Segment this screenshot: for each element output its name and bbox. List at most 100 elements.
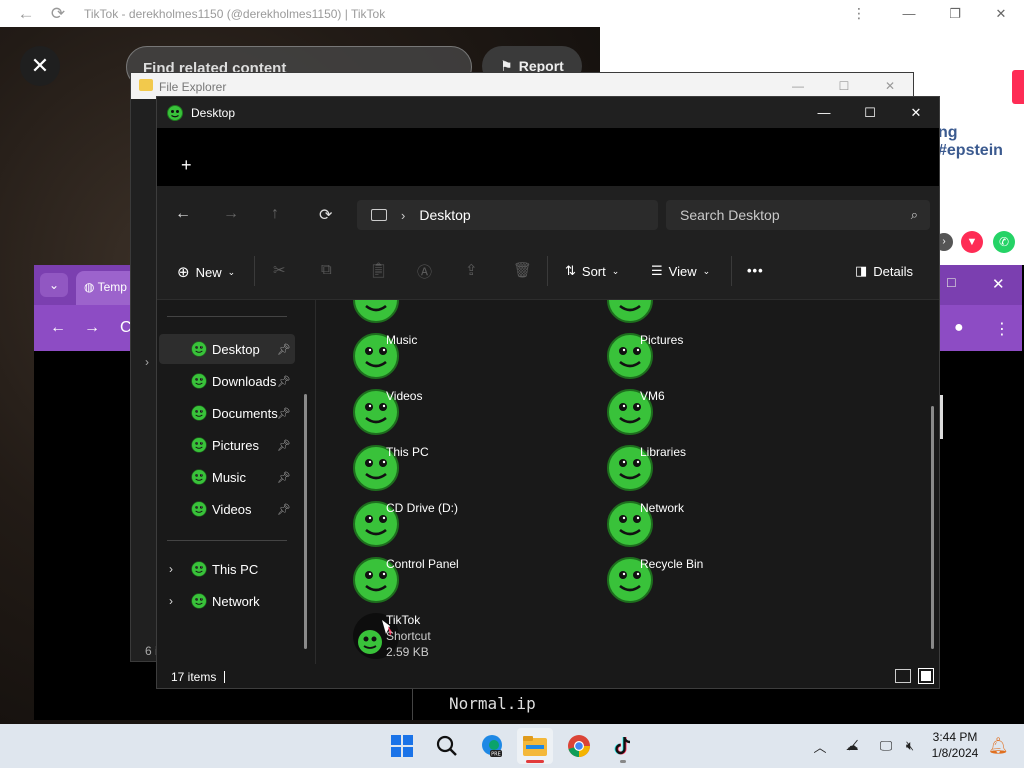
green-face-icon: [607, 300, 653, 323]
whatsapp-icon[interactable]: ✆: [993, 231, 1015, 253]
chevron-right-icon[interactable]: ›: [169, 594, 173, 608]
item-videos[interactable]: Videos: [334, 386, 564, 438]
share-icon[interactable]: ⇪: [465, 261, 478, 279]
close-video-button[interactable]: ✕: [20, 46, 60, 86]
green-face-icon: [191, 561, 207, 577]
nav-item-desktop[interactable]: Desktop 📌︎: [159, 334, 295, 364]
back-icon[interactable]: ←: [175, 205, 191, 223]
taskbar: PRE ︿ ☁̸ 🖵︎ 🔇︎ 3:44 PM 1/8/2024 🔔︎: [0, 724, 1024, 768]
search-icon[interactable]: ⌕: [911, 207, 918, 223]
share-icon[interactable]: ▼: [961, 231, 983, 253]
start-button[interactable]: [384, 728, 420, 764]
back-icon[interactable]: ←: [50, 319, 66, 337]
item-tiktok[interactable]: TikTok Shortcut 2.59 KB: [334, 610, 564, 662]
item-control-panel[interactable]: Control Panel: [334, 554, 564, 606]
notification-bell-icon[interactable]: 🔔︎: [988, 736, 1008, 756]
window-controls: — ❐ ✕: [886, 0, 1024, 27]
nav-item-music[interactable]: Music 📌︎: [159, 462, 295, 492]
more-options-icon[interactable]: ⋮: [852, 0, 866, 27]
item-libraries[interactable]: Libraries: [588, 442, 818, 494]
onedrive-offline-icon[interactable]: ☁̸: [832, 738, 872, 754]
pin-icon[interactable]: 📌︎: [277, 471, 291, 484]
search-input[interactable]: Search Desktop ⌕: [666, 200, 930, 230]
cut-icon[interactable]: ✂: [273, 261, 286, 279]
item-network[interactable]: Network: [588, 498, 818, 550]
details-button[interactable]: ◨ Details: [855, 263, 913, 279]
paste-icon[interactable]: 📋︎: [369, 261, 388, 279]
copy-icon[interactable]: ⧉: [321, 261, 332, 278]
system-tray: ︿ ☁̸ 🖵︎ 🔇︎: [808, 724, 920, 768]
chrome-button[interactable]: [561, 728, 597, 764]
close-button[interactable]: ✕: [893, 97, 939, 128]
volume-muted-icon[interactable]: 🔇︎: [900, 738, 920, 754]
nav-item-documents[interactable]: Documents 📌︎: [159, 398, 295, 428]
details-view-icon[interactable]: [895, 669, 911, 683]
clock[interactable]: 3:44 PM 1/8/2024: [924, 729, 986, 761]
back-icon[interactable]: ←: [14, 2, 38, 26]
path-breadcrumb[interactable]: › Desktop: [357, 200, 658, 230]
sort-button[interactable]: ⇅ Sort ⌄: [565, 263, 619, 279]
item-pictures[interactable]: Pictures: [588, 330, 818, 382]
hashtag-link[interactable]: ng #epstein: [938, 124, 1024, 160]
pin-icon[interactable]: 📌︎: [277, 503, 291, 516]
view-button[interactable]: ☰ View ⌄: [651, 263, 710, 279]
pin-icon[interactable]: 📌︎: [277, 343, 291, 356]
item-cd-drive-d[interactable]: CD Drive (D:): [334, 498, 564, 550]
menu-icon[interactable]: ⋮: [994, 319, 1010, 339]
minimize-button[interactable]: —: [801, 97, 847, 128]
partial-item[interactable]: [334, 300, 564, 326]
delete-icon[interactable]: 🗑︎: [513, 261, 532, 279]
maximize-button[interactable]: ☐: [847, 97, 893, 128]
reload-icon[interactable]: ⟳: [46, 2, 70, 26]
edge-dev-button[interactable]: PRE: [474, 728, 510, 764]
scrollbar[interactable]: [304, 394, 307, 649]
chevron-right-icon[interactable]: ›: [401, 208, 405, 223]
search-placeholder: Search Desktop: [680, 207, 780, 223]
item-vm6[interactable]: VM6: [588, 386, 818, 438]
network-icon[interactable]: 🖵︎: [872, 738, 900, 754]
new-button[interactable]: ⊕ New ⌄: [177, 263, 235, 281]
nav-item-pictures[interactable]: Pictures 📌︎: [159, 430, 295, 460]
nav-item-network[interactable]: › Network: [159, 586, 295, 616]
forward-icon[interactable]: →: [223, 205, 239, 223]
pin-icon[interactable]: 📌︎: [277, 375, 291, 388]
file-explorer-button[interactable]: [517, 728, 553, 764]
close-button[interactable]: ✕: [978, 0, 1024, 27]
chevron-up-icon[interactable]: ︿: [808, 737, 832, 756]
nav-item-this-pc[interactable]: › This PC: [159, 554, 295, 584]
scrollbar[interactable]: [931, 406, 934, 649]
up-icon[interactable]: ↑: [271, 205, 279, 223]
tab-strip: +: [157, 128, 939, 186]
item-recycle-bin[interactable]: Recycle Bin: [588, 554, 818, 606]
minimize-button[interactable]: —: [886, 0, 932, 27]
forward-icon[interactable]: →: [84, 319, 100, 337]
rename-icon[interactable]: Ⓐ: [417, 261, 432, 282]
partial-item[interactable]: [588, 300, 818, 326]
profile-icon[interactable]: ●: [954, 319, 964, 337]
item-this-pc[interactable]: This PC: [334, 442, 564, 494]
see-more-button[interactable]: •••: [747, 263, 764, 278]
nav-item-downloads[interactable]: Downloads 📌︎: [159, 366, 295, 396]
maximize-button[interactable]: ☐: [946, 276, 957, 290]
breadcrumb-desktop[interactable]: Desktop: [419, 207, 470, 223]
restore-button[interactable]: ❐: [932, 0, 978, 27]
follow-button[interactable]: [1012, 70, 1024, 104]
tiktok-icon: [614, 737, 631, 755]
item-music[interactable]: Music: [334, 330, 564, 382]
chevron-right-icon[interactable]: ›: [145, 355, 149, 369]
tiktok-titlebar: ← ⟳ TikTok - derekholmes1150 (@derekholm…: [0, 0, 1024, 27]
tiles-view-icon[interactable]: [918, 668, 934, 684]
close-button[interactable]: ✕: [992, 275, 1005, 293]
tab-list-icon[interactable]: ⌄: [40, 273, 68, 297]
nav-item-videos[interactable]: Videos 📌︎: [159, 494, 295, 524]
divider: [547, 256, 548, 286]
pin-icon[interactable]: 📌︎: [277, 407, 291, 420]
pin-icon[interactable]: 📌︎: [277, 439, 291, 452]
item-name: This PC: [386, 445, 429, 459]
new-tab-button[interactable]: +: [181, 156, 192, 174]
tiktok-button[interactable]: [605, 728, 641, 764]
search-button[interactable]: [429, 728, 465, 764]
chevron-right-icon[interactable]: ›: [169, 562, 173, 576]
scrollbar[interactable]: [940, 395, 943, 439]
refresh-icon[interactable]: ⟳: [319, 205, 332, 225]
